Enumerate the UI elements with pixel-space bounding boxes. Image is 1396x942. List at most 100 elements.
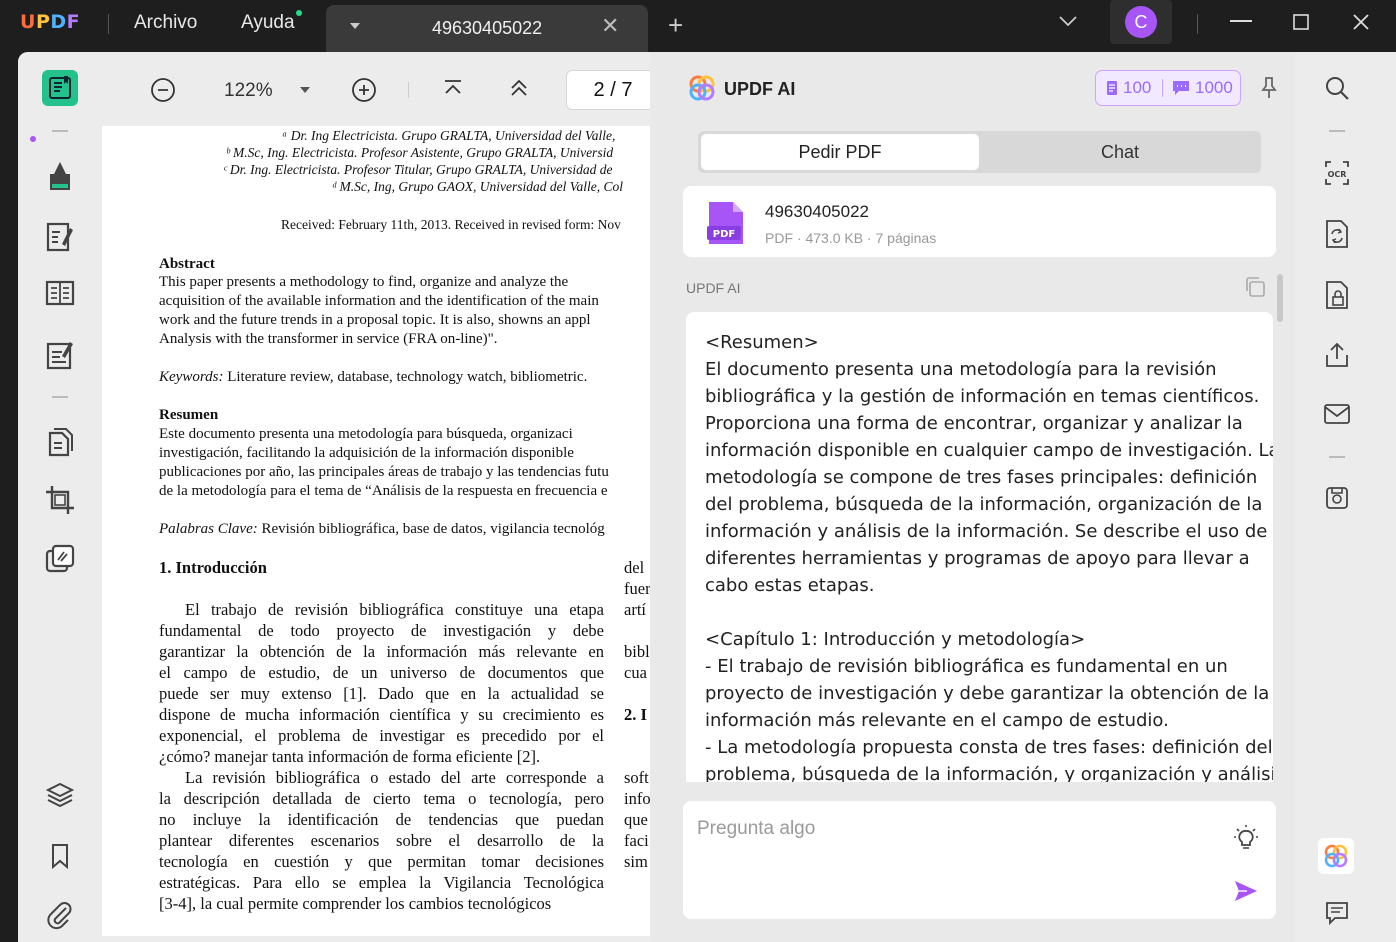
send-icon[interactable] xyxy=(1233,879,1259,903)
pin-icon[interactable] xyxy=(1260,76,1278,100)
lock-document-icon xyxy=(1326,281,1348,309)
comment-icon xyxy=(1326,902,1348,926)
tab-pedir-pdf[interactable]: Pedir PDF xyxy=(701,134,979,170)
share-button[interactable] xyxy=(1322,340,1352,370)
comments-panel-button[interactable] xyxy=(1322,898,1352,928)
abstract-line: acquisition of the available information… xyxy=(159,293,599,309)
pages-icon xyxy=(48,428,73,457)
response-author-label: UPDF AI xyxy=(686,280,741,296)
ai-mode-tabs: Pedir PDF Chat xyxy=(698,131,1261,173)
tab-dropdown-icon[interactable] xyxy=(350,23,360,29)
intro-paragraph-line: fundamental de todo proyecto de investig… xyxy=(159,621,604,640)
paperclip-icon xyxy=(47,902,72,930)
chevron-down-icon[interactable] xyxy=(1058,14,1078,28)
ai-response-text: <Resumen> El documento presenta una metod… xyxy=(705,329,1273,782)
attachments-button[interactable] xyxy=(40,895,80,935)
usage-quota[interactable]: 100 1000 xyxy=(1095,70,1241,106)
attached-file-card[interactable]: PDF 49630405022 PDF · 473.0 KB · 7 págin… xyxy=(683,186,1276,257)
tab-close-icon[interactable]: ✕ xyxy=(601,13,619,39)
column-2-line: sim xyxy=(624,852,648,871)
palabras-clave-line: Palabras Clave: Revisión bibliográfica, … xyxy=(159,521,605,537)
menu-archivo[interactable]: Archivo xyxy=(134,12,197,34)
fill-sign-button[interactable] xyxy=(40,335,80,375)
convert-button[interactable] xyxy=(1322,219,1352,249)
app-window: 122% 2 / 7 ᵃ Dr. Ing Electricista. Grupo… xyxy=(18,52,1396,942)
ai-response-line: cabo estas etapas. xyxy=(705,575,875,596)
ai-response-line: metodología se compone de tres fases pri… xyxy=(705,467,1258,488)
previous-page-icon[interactable] xyxy=(508,77,530,99)
abstract-line: work and the future trends in a proposal… xyxy=(159,312,591,328)
email-button[interactable] xyxy=(1322,399,1352,429)
save-button[interactable] xyxy=(1322,483,1352,513)
edit-pdf-button[interactable] xyxy=(40,217,80,257)
zoom-dropdown-icon[interactable] xyxy=(300,87,310,93)
intro-paragraph-line: El trabajo de revisión bibliográfica con… xyxy=(185,600,604,619)
ai-response-line: <Capítulo 1: Introducción y metodología> xyxy=(705,629,1086,650)
window-close-icon[interactable] xyxy=(1352,13,1370,31)
zoom-in-icon[interactable] xyxy=(351,77,377,103)
reader-mode-button[interactable] xyxy=(42,70,78,106)
ai-response-line: bibliográfica y la gestión de informació… xyxy=(705,386,1260,407)
ai-response-line: información disponible en cualquier camp… xyxy=(705,440,1273,461)
ai-response-line: del problema, búsqueda de la información… xyxy=(705,494,1263,515)
avatar[interactable]: C xyxy=(1125,6,1157,38)
edit-document-icon xyxy=(46,222,73,252)
resumen-heading: Resumen xyxy=(159,407,219,423)
question-box xyxy=(683,801,1276,919)
ai-response-line: problema, búsqueda de la información, y … xyxy=(705,764,1273,782)
rail-separator xyxy=(1329,130,1345,132)
intro-paragraph-line: ¿cómo? manejar tanta información de form… xyxy=(159,747,541,766)
pdf-file-icon-label: PDF xyxy=(713,229,735,240)
organize-pages-button[interactable] xyxy=(40,422,80,462)
bookmarks-button[interactable] xyxy=(40,836,80,876)
rail-separator xyxy=(52,130,68,132)
toolbar-separator xyxy=(408,82,409,98)
minimize-icon[interactable] xyxy=(1230,20,1252,24)
copy-icon[interactable] xyxy=(1243,275,1267,299)
left-toolbar xyxy=(18,52,102,942)
column-2-line: del xyxy=(624,558,645,577)
question-input[interactable] xyxy=(695,817,1219,841)
account-area[interactable]: C xyxy=(1110,0,1172,44)
ai-response-bubble: <Resumen> El documento presenta una metod… xyxy=(686,312,1273,782)
intro-paragraph-line: no incluye la identificación de tendenci… xyxy=(159,810,604,829)
affiliation-line: ᶜ Dr. Ing. Electricista. Profesor Titula… xyxy=(223,162,613,177)
chat-quota-icon xyxy=(1173,81,1189,95)
updf-ai-logo-icon xyxy=(689,75,715,101)
column-2-line: que xyxy=(624,810,648,829)
svg-text:OCR: OCR xyxy=(1328,170,1347,179)
chat-scrollbar[interactable] xyxy=(1277,274,1283,322)
search-button[interactable] xyxy=(1322,73,1352,103)
zoom-out-icon[interactable] xyxy=(150,77,176,103)
first-page-icon[interactable] xyxy=(442,77,464,99)
new-tab-icon[interactable]: + xyxy=(668,12,683,38)
crop-page-button[interactable] xyxy=(40,480,80,520)
tab-chat[interactable]: Chat xyxy=(982,134,1258,170)
maximize-icon[interactable] xyxy=(1293,14,1309,30)
ai-response-line: El documento presenta una metodología pa… xyxy=(705,359,1217,380)
ocr-button[interactable]: OCR xyxy=(1322,158,1352,188)
layers-button[interactable] xyxy=(40,775,80,815)
intro-heading: 1. Introducción xyxy=(159,558,267,577)
updf-ai-button[interactable] xyxy=(1318,838,1354,874)
ai-assistant-panel: UPDF AI 100 1000 Pedir PDF Chat PDF 4963… xyxy=(650,52,1295,942)
protect-button[interactable] xyxy=(1322,280,1352,310)
zoom-level[interactable]: 122% xyxy=(224,80,273,102)
intro-paragraph-line: tecnología en cuestión y que permitan to… xyxy=(159,852,604,871)
indicator-dot xyxy=(30,136,36,142)
search-icon xyxy=(1326,77,1349,100)
lightbulb-icon[interactable] xyxy=(1233,823,1259,851)
page-number-input[interactable]: 2 / 7 xyxy=(566,70,660,110)
bookmark-icon xyxy=(52,844,68,870)
menu-ayuda[interactable]: Ayuda xyxy=(241,12,295,34)
comment-tool-button[interactable] xyxy=(40,155,80,195)
page-layout-button[interactable] xyxy=(40,274,80,314)
resumen-line: de la metodología para el tema de “Análi… xyxy=(159,483,608,499)
ai-panel-title: UPDF AI xyxy=(724,79,796,99)
intro-paragraph-line: garantizar la obtención de la informació… xyxy=(159,642,604,661)
protect-pdf-button[interactable] xyxy=(40,539,80,579)
document-tab[interactable]: 49630405022 ✕ xyxy=(326,5,648,52)
intro-paragraph-line: plantear diferentes escenarios sobre el … xyxy=(159,831,604,850)
ai-response-line: proyecto de investigación y debe garanti… xyxy=(705,683,1270,704)
resumen-line: investigación, facilitando la adquisició… xyxy=(159,445,574,461)
